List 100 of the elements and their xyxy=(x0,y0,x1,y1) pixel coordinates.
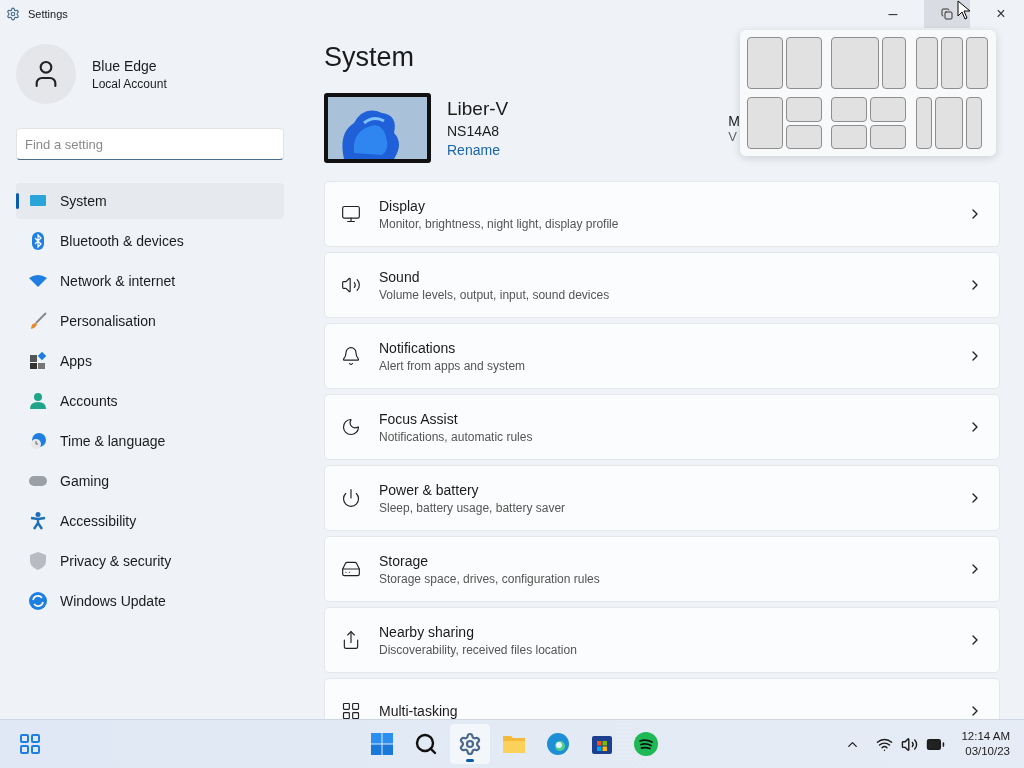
window-title: Settings xyxy=(28,8,69,20)
sidebar-item[interactable]: Apps xyxy=(16,343,284,379)
snap-zone[interactable] xyxy=(870,97,907,122)
info-title: M xyxy=(728,112,740,129)
snap-zone[interactable] xyxy=(831,97,868,122)
snap-zone[interactable] xyxy=(747,97,783,149)
setting-title: Storage xyxy=(379,552,430,569)
sidebar-label: Gaming xyxy=(60,473,110,489)
apps-icon xyxy=(29,352,47,370)
device-name: Liber-V xyxy=(447,98,509,120)
settings-card[interactable]: Storage Storage space, drives, configuration rules xyxy=(324,536,1000,602)
globe-clock-icon xyxy=(29,432,47,450)
sidebar-item[interactable]: Accounts xyxy=(16,383,284,419)
bell-icon xyxy=(341,346,361,366)
settings-icon xyxy=(6,7,20,21)
search-field[interactable]: Find a setting xyxy=(16,128,284,160)
sidebar-label: Accessibility xyxy=(60,513,137,529)
accessibility-icon xyxy=(30,512,46,530)
snap-zone[interactable] xyxy=(915,37,938,89)
settings-card[interactable]: Power & battery Sleep, battery usage, battery saver xyxy=(324,465,1000,531)
settings-card[interactable]: Sound Volume levels, output, input, sound devices xyxy=(324,252,1000,318)
browser-icon xyxy=(546,732,570,756)
snap-zone[interactable] xyxy=(940,37,963,89)
settings-card[interactable]: Multi-tasking xyxy=(324,678,1000,719)
snap-zone[interactable] xyxy=(915,97,932,149)
sidebar-item[interactable]: System xyxy=(16,183,284,219)
settings-card[interactable]: Notifications Alert from apps and system xyxy=(324,323,1000,389)
snap-zone[interactable] xyxy=(965,97,982,149)
setting-title: Power & battery xyxy=(379,481,480,498)
speaker-icon xyxy=(341,275,361,295)
page-title: System xyxy=(324,42,415,73)
folder-icon xyxy=(502,733,526,755)
settings-card[interactable]: Focus Assist Notifications, automatic rules xyxy=(324,394,1000,460)
snap-zone[interactable] xyxy=(786,37,822,89)
restore-button[interactable] xyxy=(924,0,970,28)
sidebar-label: Time & language xyxy=(60,433,166,449)
monitor-icon xyxy=(29,194,47,208)
setting-description: Alert from apps and system xyxy=(379,358,527,373)
device-model: NS14A8 xyxy=(447,123,501,139)
rename-link[interactable]: Rename xyxy=(447,142,509,158)
sync-icon xyxy=(29,592,47,610)
sidebar-item[interactable]: Privacy & security xyxy=(16,543,284,579)
sidebar-item[interactable]: Gaming xyxy=(16,463,284,499)
user-name: Blue Edge xyxy=(92,57,158,74)
settings-card[interactable]: Display Monitor, brightness, night light, display profile xyxy=(324,181,1000,247)
monitor-icon xyxy=(341,204,361,224)
setting-title: Notifications xyxy=(379,339,457,356)
setting-description: Discoverability, received files location xyxy=(379,642,578,657)
info-subtitle: V xyxy=(728,128,738,144)
moon-icon xyxy=(341,417,361,437)
power-icon xyxy=(341,488,361,508)
sidebar-label: Apps xyxy=(60,353,92,369)
sidebar-item[interactable]: Personalisation xyxy=(16,303,284,339)
snap-zone[interactable] xyxy=(882,37,907,89)
sidebar-label: Windows Update xyxy=(60,593,166,609)
cursor-icon xyxy=(957,0,971,20)
setting-title: Focus Assist xyxy=(379,410,459,427)
snap-zone[interactable] xyxy=(786,124,822,149)
brush-icon xyxy=(29,312,47,330)
widgets-icon[interactable] xyxy=(18,732,42,756)
sidebar-label: Accounts xyxy=(60,393,118,409)
clock-date[interactable]: 03/10/23 xyxy=(965,744,1010,759)
layout-icon xyxy=(341,701,361,719)
minimize-button[interactable]: – xyxy=(870,0,916,28)
search-icon xyxy=(414,732,438,756)
snap-zone[interactable] xyxy=(965,37,988,89)
person-icon xyxy=(29,392,47,410)
sidebar-label: System xyxy=(60,193,107,209)
setting-description: Notifications, automatic rules xyxy=(379,429,534,444)
setting-description: Sleep, battery usage, battery saver xyxy=(379,500,567,515)
settings-card[interactable]: Nearby sharing Discoverability, received files location xyxy=(324,607,1000,673)
snap-zone[interactable] xyxy=(831,37,880,89)
drive-icon xyxy=(341,559,361,579)
sidebar-item[interactable]: Time & language xyxy=(16,423,284,459)
snap-zone[interactable] xyxy=(934,97,963,149)
snap-zone[interactable] xyxy=(831,124,868,149)
setting-title: Display xyxy=(379,197,426,214)
setting-description: Storage space, drives, configuration rules xyxy=(379,571,601,586)
share-icon xyxy=(341,630,361,650)
snap-zone[interactable] xyxy=(747,37,783,89)
speaker-icon[interactable] xyxy=(901,735,919,753)
shield-icon xyxy=(30,552,46,570)
setting-title: Multi-tasking xyxy=(379,703,459,719)
sidebar-item[interactable]: Windows Update xyxy=(16,583,284,619)
close-button[interactable]: × xyxy=(978,0,1024,28)
store-icon xyxy=(591,733,613,755)
setting-description: Monitor, brightness, night light, display profile xyxy=(379,216,620,231)
setting-description: Volume levels, output, input, sound devices xyxy=(379,287,611,302)
restore-icon xyxy=(941,8,953,20)
wifi-icon xyxy=(29,275,47,287)
clock-time[interactable]: 12:14 AM xyxy=(961,729,1010,744)
snap-zone[interactable] xyxy=(786,97,822,122)
sidebar-label: Personalisation xyxy=(60,313,156,329)
sidebar-item[interactable]: Bluetooth & devices xyxy=(16,223,284,259)
account-type: Local Account xyxy=(92,76,167,91)
sidebar-item[interactable]: Accessibility xyxy=(16,503,284,539)
sidebar-label: Privacy & security xyxy=(60,553,172,569)
snap-zone[interactable] xyxy=(870,124,907,149)
sidebar-item[interactable]: Network & internet xyxy=(16,263,284,299)
setting-title: Sound xyxy=(379,268,421,285)
